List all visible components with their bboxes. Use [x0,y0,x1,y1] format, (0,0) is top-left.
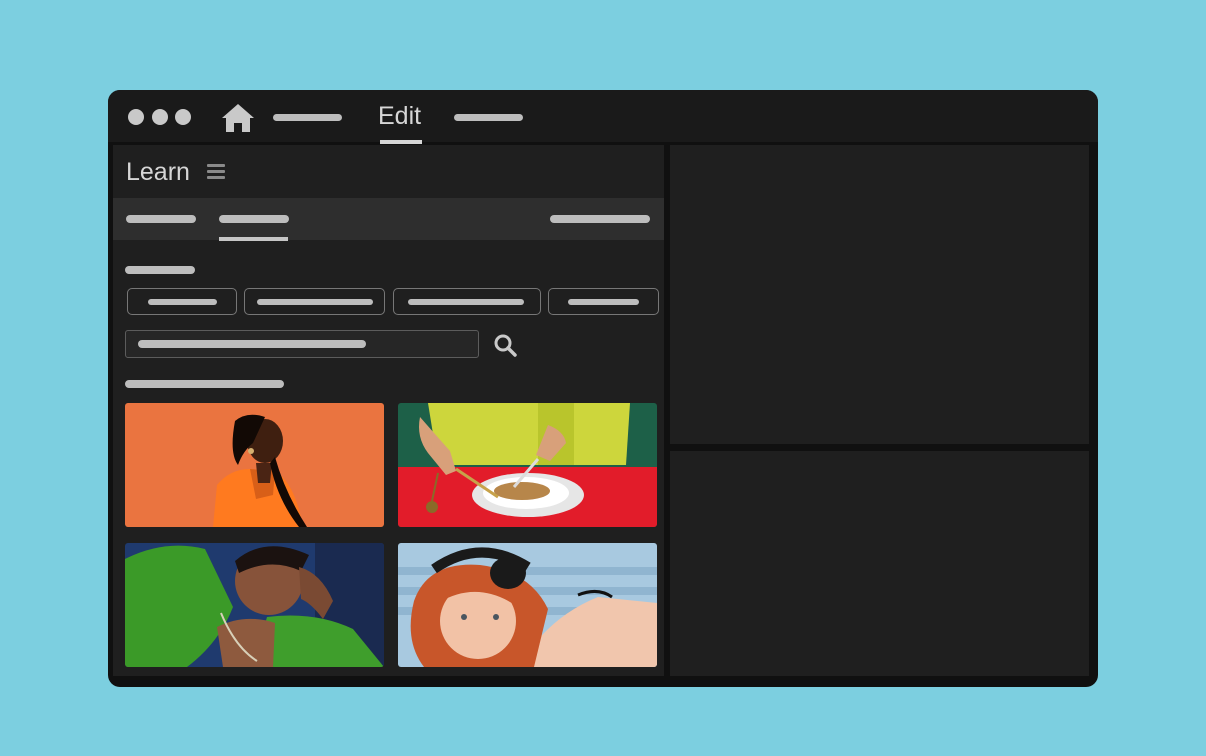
tab-placeholder[interactable] [550,215,650,223]
filter-chip[interactable] [244,288,385,315]
menu-item-edit[interactable]: Edit [378,102,421,130]
chip-label-placeholder [408,299,524,305]
window-control-dot[interactable] [152,109,168,125]
hamburger-icon[interactable] [207,164,225,180]
active-tab-indicator [219,237,288,241]
thumbnail-redhead-woman-headphones[interactable] [398,543,657,667]
panel-title: Learn [126,158,190,186]
tab-strip [113,198,664,241]
search-text-placeholder [138,340,366,348]
filter-chip[interactable] [393,288,541,315]
thumbnail-hands-cutting-food-red-table[interactable] [398,403,657,527]
empty-panel-bottom-right [670,451,1089,676]
empty-panel-top-right [670,145,1089,444]
filter-chip[interactable] [127,288,237,315]
title-bar: Edit [108,90,1098,144]
menu-item-placeholder[interactable] [273,114,342,121]
section-label-placeholder [125,380,284,388]
active-menu-indicator [380,140,422,144]
menu-item-placeholder[interactable] [454,114,523,121]
thumbnail-man-green-jacket[interactable] [125,543,384,667]
chip-label-placeholder [568,299,639,305]
tab-placeholder[interactable] [126,215,196,223]
window-control-dot[interactable] [128,109,144,125]
thumbnail-woman-orange-background[interactable] [125,403,384,527]
learn-panel: Learn [113,145,664,676]
section-label-placeholder [125,266,195,274]
window-control-dot[interactable] [175,109,191,125]
search-icon[interactable] [493,333,517,357]
search-input[interactable] [125,330,479,358]
tab-placeholder-active[interactable] [219,215,289,223]
app-window: Edit Learn [108,90,1098,687]
home-icon[interactable] [221,103,255,133]
chip-label-placeholder [148,299,217,305]
filter-chip[interactable] [548,288,659,315]
chip-label-placeholder [257,299,373,305]
